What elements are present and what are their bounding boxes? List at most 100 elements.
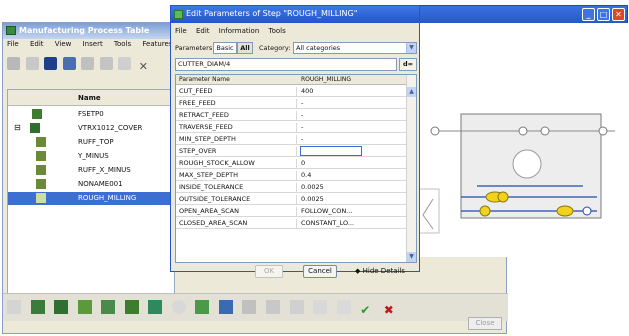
delete-icon[interactable]: ✕ xyxy=(137,60,150,73)
parameter-value[interactable]: - xyxy=(301,135,405,145)
graph-node-highlight[interactable] xyxy=(479,205,491,217)
graph-title-bar[interactable]: _ □ ✕ xyxy=(405,6,627,23)
parameter-row[interactable]: ROUGH_STOCK_ALLOW 0 xyxy=(176,158,408,169)
info-icon[interactable] xyxy=(44,57,58,70)
circle-icon[interactable] xyxy=(171,300,186,314)
parameter-value[interactable]: 0.4 xyxy=(301,171,405,181)
category-select[interactable]: All categories ▼ xyxy=(293,42,417,54)
graph-node[interactable] xyxy=(540,126,550,136)
tree-row[interactable]: RUFF_TOP xyxy=(8,136,174,149)
tree-row-selected[interactable]: ROUGH_MILLING xyxy=(8,192,174,205)
tree-row[interactable]: ⊟ VTRX1012_COVER xyxy=(8,122,174,135)
graph-node[interactable] xyxy=(598,126,608,136)
parameter-name-header[interactable]: Parameter Name xyxy=(179,76,230,83)
parameter-row[interactable]: CUT_FEED 400 xyxy=(176,86,408,97)
menu-edit[interactable]: Edit xyxy=(30,40,44,48)
ok-button[interactable]: OK xyxy=(255,265,283,278)
pocket-icon[interactable] xyxy=(148,300,163,314)
parameter-row[interactable]: CLOSED_AREA_SCAN CONSTANT_LO... xyxy=(176,218,408,229)
parameter-row[interactable]: OPEN_AREA_SCAN FOLLOW_CON... xyxy=(176,206,408,217)
cut-icon[interactable] xyxy=(81,57,95,70)
parameter-grid: Parameter Name ROUGH_MILLING CUT_FEED 400… xyxy=(175,74,417,263)
close-button[interactable]: Close xyxy=(468,317,502,330)
parameter-value[interactable]: FOLLOW_CON... xyxy=(301,207,405,217)
scroll-up-icon[interactable]: ▲ xyxy=(407,87,416,97)
collapse-icon[interactable]: ⊟ xyxy=(14,123,21,132)
menu-edit[interactable]: Edit xyxy=(196,27,210,35)
parameter-value-input[interactable] xyxy=(300,146,362,156)
parameter-row[interactable]: MAX_STEP_DEPTH 0.4 xyxy=(176,170,408,181)
chart-icon[interactable] xyxy=(30,300,45,314)
tree-row[interactable]: RUFF_X_MINUS xyxy=(8,164,174,177)
parameter-row[interactable]: TRAVERSE_FEED - xyxy=(176,122,408,133)
parameter-value[interactable]: CONSTANT_LO... xyxy=(301,219,405,229)
menu-tools[interactable]: Tools xyxy=(269,27,286,35)
menu-file[interactable]: File xyxy=(7,40,19,48)
graph-node[interactable] xyxy=(518,126,528,136)
hide-details-button[interactable]: ◆ Hide Details xyxy=(355,267,405,275)
parameter-row[interactable]: FREE_FEED - xyxy=(176,98,408,109)
paste-icon[interactable] xyxy=(118,57,132,70)
parameter-name: RETRACT_FEED xyxy=(179,111,297,121)
feature-icon[interactable] xyxy=(195,300,210,314)
parameter-value[interactable]: - xyxy=(301,99,405,109)
parameter-value[interactable]: 0.0025 xyxy=(301,183,405,193)
tree-row[interactable]: NONAME001 xyxy=(8,178,174,191)
menu-information[interactable]: Information xyxy=(219,27,260,35)
property-icon[interactable] xyxy=(289,300,304,314)
operation-icon[interactable] xyxy=(54,300,69,314)
tool-icon[interactable] xyxy=(77,300,92,314)
close-icon[interactable]: ✕ xyxy=(612,8,625,21)
name-column-header[interactable]: Name xyxy=(78,94,101,102)
step-value-header[interactable]: ROUGH_MILLING xyxy=(301,76,351,83)
parameter-row[interactable]: MIN_STEP_DEPTH - xyxy=(176,134,408,145)
menu-view[interactable]: View xyxy=(55,40,72,48)
table-icon[interactable] xyxy=(25,57,39,70)
basic-toggle[interactable]: Basic xyxy=(213,42,237,54)
parameter-value[interactable]: 0 xyxy=(301,159,405,169)
pencil-icon[interactable] xyxy=(7,300,21,314)
undo-icon[interactable] xyxy=(336,300,351,314)
dialog-title-bar[interactable]: Edit Parameters of Step "ROUGH_MILLING" xyxy=(171,6,419,23)
sequence-icon[interactable] xyxy=(266,300,281,314)
menu-features[interactable]: Features xyxy=(142,40,172,48)
function-button[interactable]: d= xyxy=(399,58,417,71)
tree-row[interactable]: Y_MINUS xyxy=(8,150,174,163)
drill-icon[interactable] xyxy=(101,300,116,314)
parameter-row[interactable]: OUTSIDE_TOLERANCE 0.0025 xyxy=(176,194,408,205)
maximize-icon[interactable]: □ xyxy=(597,8,610,21)
print-icon[interactable] xyxy=(7,57,20,70)
graph-node-highlight[interactable] xyxy=(497,191,509,203)
parameter-value[interactable]: 0.0025 xyxy=(301,195,405,205)
mill-icon[interactable] xyxy=(124,300,139,314)
expression-input[interactable]: CUTTER_DIAM/4 xyxy=(175,58,397,71)
graph-node[interactable] xyxy=(582,206,592,216)
check-icon[interactable]: ✔ xyxy=(360,303,374,317)
parameter-value[interactable]: 400 xyxy=(301,87,405,97)
menu-tools[interactable]: Tools xyxy=(114,40,131,48)
copy-icon[interactable] xyxy=(99,57,113,70)
menu-insert[interactable]: Insert xyxy=(83,40,103,48)
menu-file[interactable]: File xyxy=(175,27,187,35)
parameter-row[interactable]: STEP_OVER xyxy=(176,146,408,157)
all-toggle[interactable]: All xyxy=(237,42,253,54)
workpiece-icon xyxy=(30,123,40,133)
list-icon[interactable] xyxy=(242,300,257,314)
grid-scrollbar[interactable]: ▲ ▼ xyxy=(406,75,416,262)
reference-icon[interactable] xyxy=(313,300,328,314)
tree-row[interactable]: FSETP0 xyxy=(8,108,174,121)
graph-node[interactable] xyxy=(430,126,440,136)
scroll-down-icon[interactable]: ▼ xyxy=(407,252,416,262)
parameter-row[interactable]: RETRACT_FEED - xyxy=(176,110,408,121)
graph-canvas[interactable] xyxy=(405,23,629,257)
setup-icon[interactable] xyxy=(218,300,233,314)
parameter-row[interactable]: INSIDE_TOLERANCE 0.0025 xyxy=(176,182,408,193)
parameter-name: CUT_FEED xyxy=(179,87,297,97)
graph-node-highlight[interactable] xyxy=(556,205,574,217)
parameter-value[interactable]: - xyxy=(301,123,405,133)
cancel-icon[interactable]: ✖ xyxy=(384,303,398,317)
grid-icon[interactable] xyxy=(62,57,76,70)
minimize-icon[interactable]: _ xyxy=(582,8,595,21)
cancel-button[interactable]: Cancel xyxy=(303,265,337,278)
parameter-value[interactable]: - xyxy=(301,111,405,121)
